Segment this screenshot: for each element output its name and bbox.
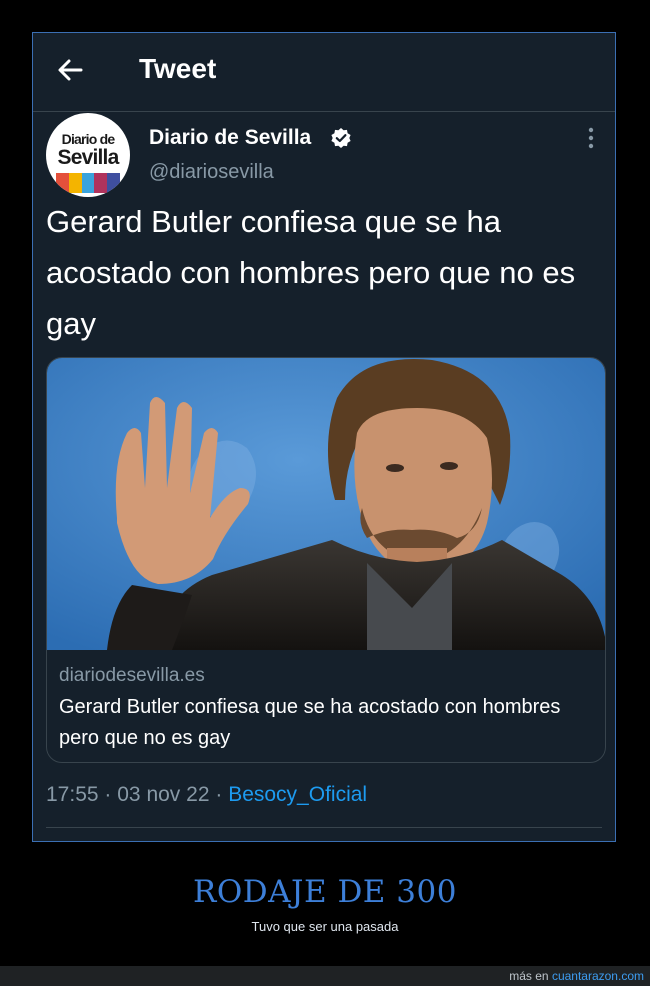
author-handle[interactable]: @diariosevilla bbox=[149, 161, 274, 184]
avatar-logo-top: Diario de bbox=[61, 131, 116, 147]
meta-separator: · bbox=[215, 783, 223, 806]
card-image[interactable] bbox=[47, 358, 605, 650]
tweet-text: Gerard Butler confiesa que se ha acostad… bbox=[46, 204, 576, 341]
link-card[interactable]: diariodesevilla.es Gerard Butler confies… bbox=[46, 357, 606, 763]
divider bbox=[46, 827, 602, 828]
footer-prefix: más en bbox=[509, 969, 549, 983]
page-title: Tweet bbox=[139, 53, 217, 84]
more-options-icon[interactable] bbox=[583, 125, 599, 151]
avatar[interactable]: Diario de Sevilla bbox=[46, 113, 130, 197]
caption-title: RODAJE DE 300 bbox=[193, 874, 457, 910]
tweet-meta: 17:55 · 03 nov 22 · Besocy_Oficial bbox=[46, 783, 367, 807]
author-name[interactable]: Diario de Sevilla bbox=[149, 126, 311, 150]
avatar-logo-bottom: Sevilla bbox=[57, 146, 120, 169]
arrow-left-icon[interactable] bbox=[55, 55, 85, 85]
avatar-logo-stripes bbox=[56, 173, 120, 193]
tweet-source-link[interactable]: Besocy_Oficial bbox=[228, 783, 367, 806]
card-domain: diariodesevilla.es bbox=[59, 665, 205, 686]
caption-subtitle: Tuvo que ser una pasada bbox=[251, 919, 399, 934]
site-footer: más en cuantarazon.com bbox=[0, 966, 650, 986]
tweet-date: 03 nov 22 bbox=[117, 783, 210, 806]
footer-link[interactable]: cuantarazon.com bbox=[552, 969, 644, 983]
tweet-panel: Tweet Diario de Sevilla Diario de Sevill… bbox=[32, 32, 616, 842]
tweet-time: 17:55 bbox=[46, 783, 99, 806]
verified-badge-icon bbox=[331, 128, 351, 148]
card-title[interactable]: Gerard Butler confiesa que se ha acostad… bbox=[59, 692, 579, 754]
meta-separator: · bbox=[104, 783, 112, 806]
tweet-header: Tweet bbox=[33, 33, 615, 112]
